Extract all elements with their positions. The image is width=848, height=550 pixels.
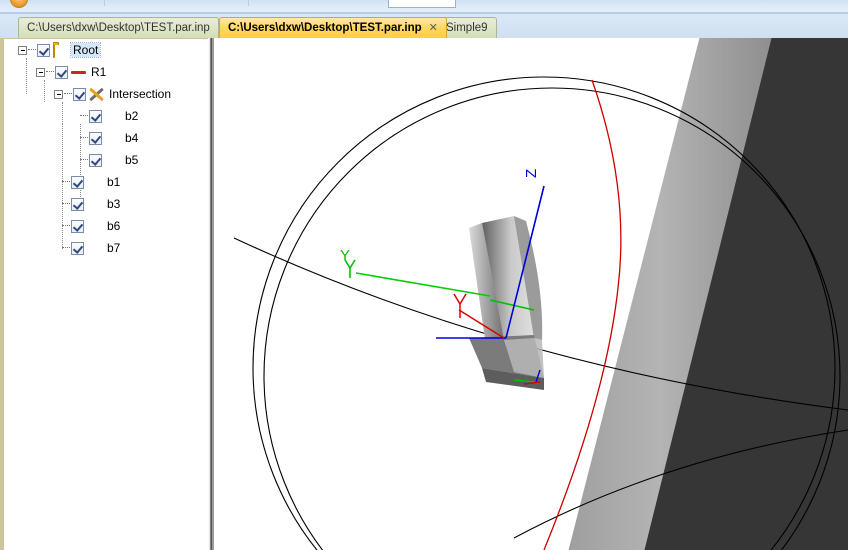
tree-node-label: Intersection [109, 87, 172, 101]
axis-y-label: Y [340, 247, 350, 264]
tree-node-label: b1 [107, 175, 121, 189]
tree-node-r1[interactable]: R1 [36, 63, 108, 81]
red-line-icon [71, 65, 86, 79]
expander-collapse-icon[interactable] [36, 67, 45, 77]
tab-document-2-active[interactable]: C:\Users\dxw\Desktop\TEST.par.inp ✕ [219, 17, 447, 38]
visibility-checkbox[interactable] [89, 153, 102, 167]
application-window: C:\Users\dxw\Desktop\TEST.par.inp C:\Use… [0, 0, 848, 550]
tree-guide-line [44, 80, 45, 102]
tree-node-b3[interactable]: b3 [62, 195, 122, 213]
visibility-checkbox[interactable] [89, 109, 102, 123]
expander-collapse-icon[interactable] [54, 89, 63, 99]
3d-scene: Y Z [214, 38, 848, 550]
tree-elbow [62, 247, 70, 249]
tree-guide-line [26, 58, 27, 94]
toolbar-separator-2 [248, 0, 249, 6]
document-tab-bar: C:\Users\dxw\Desktop\TEST.par.inp C:\Use… [0, 14, 848, 38]
application-menu-orb-icon[interactable] [10, 0, 28, 8]
tree-node-label: b3 [107, 197, 121, 211]
tree-node-label: b2 [125, 109, 139, 123]
tree-node-label: b4 [125, 131, 139, 145]
visibility-checkbox[interactable] [71, 241, 84, 255]
tree-elbow [46, 71, 54, 73]
tree-node-label: Root [69, 42, 102, 58]
visibility-checkbox[interactable] [73, 87, 86, 101]
model-tree: Root R1 Intersection b2 b4 b5 b1 b3 b6 b… [4, 39, 208, 255]
tree-node-label: b6 [107, 219, 121, 233]
main-content-area: Root R1 Intersection b2 b4 b5 b1 b3 b6 b… [0, 38, 848, 550]
toolbar-separator-1 [104, 0, 105, 6]
visibility-checkbox[interactable] [71, 197, 84, 211]
tab-label: C:\Users\dxw\Desktop\TEST.par.inp [228, 22, 422, 34]
tree-elbow [80, 115, 88, 117]
visibility-checkbox[interactable] [71, 219, 84, 233]
tree-elbow [80, 137, 88, 139]
tree-node-b6[interactable]: b6 [62, 217, 122, 235]
tab-close-icon[interactable]: ✕ [429, 22, 438, 34]
tab-label: Simple9 [446, 22, 488, 34]
tree-node-b2[interactable]: b2 [80, 107, 140, 125]
tab-label: C:\Users\dxw\Desktop\TEST.par.inp [27, 22, 210, 34]
tree-node-b5[interactable]: b5 [80, 151, 140, 169]
tree-node-root[interactable]: Root [18, 41, 102, 59]
toolbar-text-field[interactable] [388, 0, 456, 8]
tree-elbow [28, 49, 36, 51]
tree-node-intersection[interactable]: Intersection [54, 85, 173, 103]
tree-node-label: b5 [125, 153, 139, 167]
visibility-checkbox[interactable] [55, 65, 68, 79]
tab-document-1[interactable]: C:\Users\dxw\Desktop\TEST.par.inp [18, 17, 219, 38]
tree-node-b1[interactable]: b1 [62, 173, 122, 191]
model-tree-panel[interactable]: Root R1 Intersection b2 b4 b5 b1 b3 b6 b… [0, 38, 208, 550]
tree-node-label: R1 [91, 65, 107, 79]
tree-guide-line [62, 102, 63, 124]
tree-elbow [80, 159, 88, 161]
folder-icon [53, 42, 68, 58]
visibility-checkbox[interactable] [89, 131, 102, 145]
tree-node-b4[interactable]: b4 [80, 129, 140, 147]
intersection-icon [89, 87, 104, 102]
tree-node-b7[interactable]: b7 [62, 239, 122, 257]
tree-elbow [62, 203, 70, 205]
3d-viewport[interactable]: Y Z [214, 38, 848, 550]
tree-elbow [62, 181, 70, 183]
visibility-checkbox[interactable] [37, 43, 50, 57]
tree-elbow [64, 93, 72, 95]
top-toolbar [0, 0, 848, 14]
tree-node-label: b7 [107, 241, 121, 255]
tree-elbow [62, 225, 70, 227]
expander-collapse-icon[interactable] [18, 45, 27, 55]
axis-z-label: Z [523, 169, 540, 178]
visibility-checkbox[interactable] [71, 175, 84, 189]
